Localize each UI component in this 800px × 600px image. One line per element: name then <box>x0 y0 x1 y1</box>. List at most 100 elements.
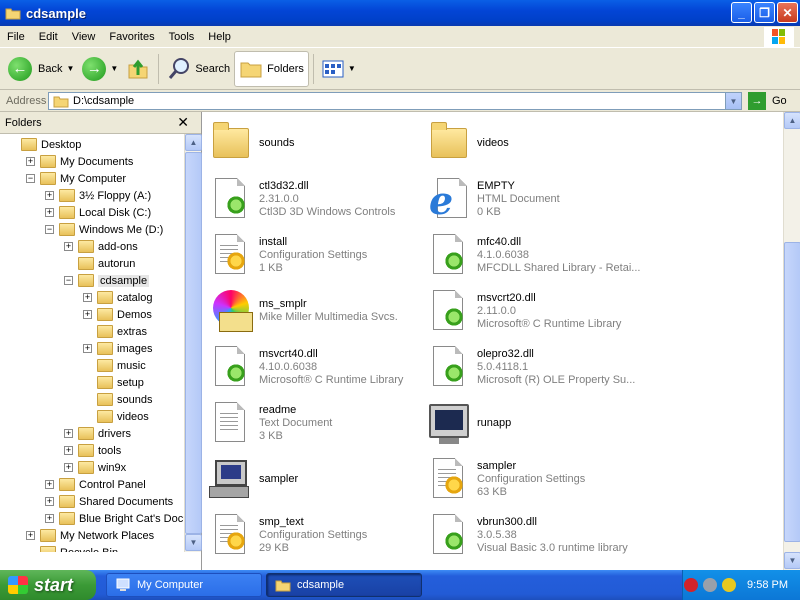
file-item[interactable]: sampler <box>209 452 429 506</box>
tree-node[interactable]: + My Documents <box>26 153 133 170</box>
tree-node[interactable]: + Blue Bright Cat's Documents <box>45 510 184 527</box>
menu-view[interactable]: View <box>65 31 103 43</box>
scrollbar-thumb[interactable] <box>784 242 800 542</box>
file-item[interactable]: mfc40.dll 4.1.0.6038 MFCDLL Shared Library… <box>427 228 647 282</box>
scroll-up-button[interactable]: ▲ <box>185 134 202 151</box>
tree-node[interactable]: + add-ons <box>64 238 138 255</box>
clock[interactable]: 9:58 PM <box>747 579 788 591</box>
back-button[interactable]: ← Back ▼ <box>4 52 78 86</box>
collapse-icon[interactable]: − <box>64 276 73 285</box>
scroll-down-button[interactable]: ▼ <box>185 534 202 551</box>
file-item[interactable]: ctl3d32.dll 2.31.0.0 Ctl3D 3D Windows Cont… <box>209 172 429 226</box>
security-shield-icon[interactable] <box>684 578 699 592</box>
expand-icon[interactable]: + <box>45 497 54 506</box>
expand-icon[interactable]: + <box>26 531 35 540</box>
expand-icon[interactable]: + <box>45 208 54 217</box>
file-item[interactable]: videos <box>427 116 647 170</box>
address-dropdown-button[interactable]: ▼ <box>725 93 741 109</box>
tree-node[interactable]: + tools <box>64 442 121 459</box>
minimize-button[interactable]: _ <box>731 2 752 23</box>
volume-icon[interactable] <box>722 578 737 592</box>
menu-help[interactable]: Help <box>201 31 238 43</box>
file-item[interactable]: readme Text Document 3 KB <box>209 396 429 450</box>
close-icon[interactable]: ✕ <box>177 114 189 131</box>
tree-node[interactable]: + catalog <box>83 289 152 306</box>
network-icon[interactable] <box>703 578 718 592</box>
chevron-down-icon[interactable]: ▼ <box>110 64 118 73</box>
scroll-down-button[interactable]: ▼ <box>784 552 800 569</box>
maximize-button[interactable]: ❐ <box>754 2 775 23</box>
tree-node[interactable]: + My Network Places <box>26 527 154 544</box>
expand-icon[interactable]: + <box>83 293 92 302</box>
file-item[interactable]: vbrun300.dll 3.0.5.38 Visual Basic 3.0 run… <box>427 508 647 562</box>
tree-node[interactable]: autorun <box>78 255 135 272</box>
tree-node[interactable]: − My Computer <box>26 170 126 187</box>
tree-node[interactable]: Desktop <box>21 136 81 153</box>
tree-node[interactable]: videos <box>97 408 149 425</box>
tree-node[interactable]: + Local Disk (C:) <box>45 204 151 221</box>
taskbar-item-my-computer[interactable]: My Computer <box>106 573 262 597</box>
tree-node[interactable]: + Demos <box>83 306 152 323</box>
tree-node[interactable]: Recycle Bin <box>40 544 118 552</box>
expand-icon[interactable]: + <box>64 463 73 472</box>
address-input[interactable]: D:\cdsample ▼ <box>48 92 742 110</box>
taskbar-item-cdsample[interactable]: cdsample <box>266 573 422 597</box>
tree-node[interactable]: extras <box>97 323 147 340</box>
folders-button[interactable]: Folders <box>234 50 309 87</box>
file-list-scrollbar[interactable]: ▲ ▼ <box>783 112 800 570</box>
tree-node[interactable]: + Control Panel <box>45 476 146 493</box>
title-bar[interactable]: cdsample _ ❐ ✕ <box>0 0 800 26</box>
expand-icon[interactable]: + <box>64 242 73 251</box>
collapse-icon[interactable]: − <box>26 174 35 183</box>
file-item[interactable]: msvcrt40.dll 4.10.0.6038 Microsoft® C Runt… <box>209 340 429 394</box>
start-button[interactable]: start <box>0 570 96 600</box>
file-item[interactable]: msvcrt20.dll 2.11.0.0 Microsoft® C Runtime… <box>427 284 647 338</box>
views-button[interactable]: ▼ <box>318 52 360 86</box>
tree-node[interactable]: − cdsample <box>64 272 150 289</box>
expand-icon[interactable]: + <box>45 480 54 489</box>
chevron-down-icon[interactable]: ▼ <box>66 64 74 73</box>
file-item[interactable]: olepro32.dll 5.0.4118.1 Microsoft (R) OLE … <box>427 340 647 394</box>
file-name: ms_smplr <box>259 298 307 310</box>
collapse-icon[interactable]: − <box>45 225 54 234</box>
folder-tree-scrollbar[interactable]: ▲ ▼ <box>184 134 202 552</box>
file-item[interactable]: sounds <box>209 116 429 170</box>
menu-favorites[interactable]: Favorites <box>102 31 161 43</box>
chevron-down-icon[interactable]: ▼ <box>348 64 356 73</box>
folder-icon <box>78 461 94 474</box>
file-item[interactable]: install Configuration Settings 1 KB <box>209 228 429 282</box>
file-item[interactable]: sampler Configuration Settings 63 KB <box>427 452 647 506</box>
tree-node[interactable]: + win9x <box>64 459 126 476</box>
scroll-up-button[interactable]: ▲ <box>784 112 800 129</box>
tree-node[interactable]: +3½ Floppy (A:) <box>45 187 151 204</box>
expand-icon[interactable]: + <box>83 344 92 353</box>
file-item[interactable]: ms_smplr Mike Miller Multimedia Svcs. <box>209 284 429 338</box>
menu-file[interactable]: File <box>0 31 32 43</box>
file-item[interactable]: runapp <box>427 396 647 450</box>
scrollbar-thumb[interactable] <box>185 152 202 534</box>
tree-node[interactable]: music <box>97 357 146 374</box>
tree-node[interactable]: + Shared Documents <box>45 493 173 510</box>
go-button[interactable]: → Go <box>748 92 787 110</box>
file-item[interactable]: e EMPTY HTML Document 0 KB <box>427 172 647 226</box>
expand-icon[interactable]: + <box>83 310 92 319</box>
up-folder-button[interactable] <box>122 52 154 86</box>
tree-node[interactable]: + drivers <box>64 425 131 442</box>
expand-icon[interactable]: + <box>64 429 73 438</box>
tree-node[interactable]: setup <box>97 374 144 391</box>
close-button[interactable]: ✕ <box>777 2 798 23</box>
tree-node[interactable]: + images <box>83 340 152 357</box>
tree-node-label: extras <box>117 325 147 338</box>
search-button[interactable]: Search <box>163 52 234 86</box>
folder-icon <box>97 359 113 372</box>
menu-edit[interactable]: Edit <box>32 31 65 43</box>
expand-icon[interactable]: + <box>26 157 35 166</box>
file-item[interactable]: smp_text Configuration Settings 29 KB <box>209 508 429 562</box>
expand-icon[interactable]: + <box>64 446 73 455</box>
forward-button[interactable]: → ▼ <box>78 52 122 86</box>
expand-icon[interactable]: + <box>45 191 54 200</box>
tree-node[interactable]: − Windows Me (D:) <box>45 221 163 238</box>
menu-tools[interactable]: Tools <box>162 31 202 43</box>
tree-node[interactable]: sounds <box>97 391 152 408</box>
expand-icon[interactable]: + <box>45 514 54 523</box>
